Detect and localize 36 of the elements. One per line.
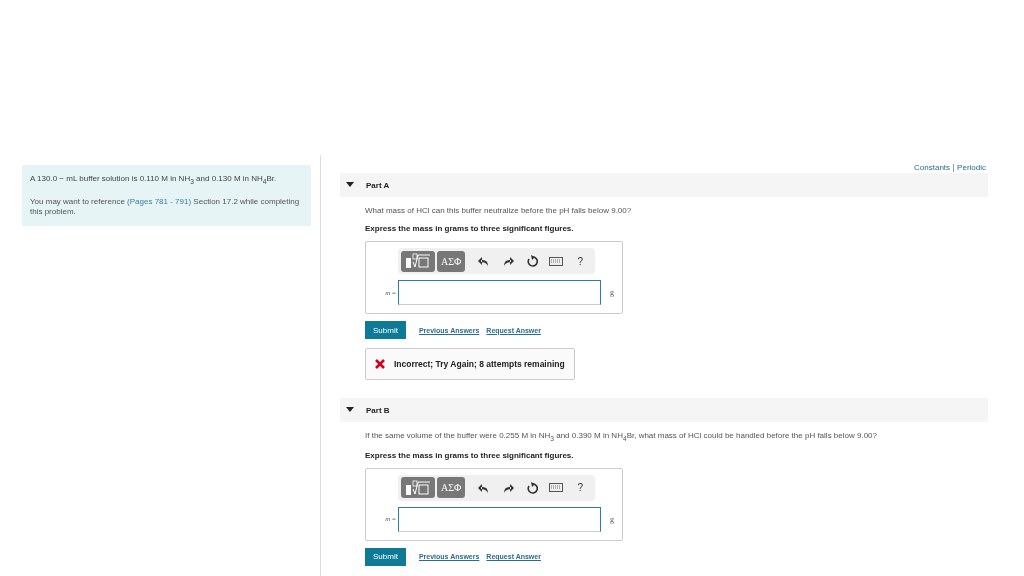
instruction-text: Express the mass in grams to three significant figures. xyxy=(365,224,575,233)
reset-icon xyxy=(526,481,539,494)
part-title: Part A xyxy=(366,180,390,190)
root-template-icon xyxy=(405,253,431,269)
help-button[interactable]: ? xyxy=(569,479,592,496)
keyboard-icon xyxy=(549,483,564,493)
header-link[interactable]: Periodic xyxy=(957,163,986,172)
part-header[interactable]: Part A xyxy=(340,173,988,197)
redo-icon xyxy=(502,481,515,494)
unit-label: g xyxy=(610,514,614,524)
header-link[interactable]: Constants xyxy=(914,163,951,172)
help-button[interactable]: ? xyxy=(569,253,592,269)
part-title: Part B xyxy=(366,405,390,415)
submit-button[interactable]: Submit xyxy=(365,547,406,566)
root-template-icon xyxy=(405,479,431,496)
answer-field[interactable] xyxy=(398,506,601,532)
redo-icon xyxy=(502,255,515,267)
answer-field[interactable] xyxy=(398,280,601,305)
unit-label: g xyxy=(610,288,614,297)
template-button[interactable] xyxy=(401,477,435,499)
symbols-button[interactable]: ΑΣΦ xyxy=(437,477,466,499)
part-header[interactable]: Part B xyxy=(340,398,988,422)
question-text: What mass of HCl can this buffer neutralize before the pH falls below 9.00? xyxy=(365,206,633,215)
template-button[interactable] xyxy=(401,250,435,272)
feedback-text: Incorrect; Try Again; 8 attempts remaining xyxy=(394,359,565,369)
reference-text: You may want to reference (Pages 781 - 791) Section 17.2 while completing this problem. xyxy=(30,196,301,217)
undo-icon xyxy=(478,255,491,267)
question-text: If the same volume of the buffer were 0.255 M in NH$_{3}$ and 0.390 M in NH$_{4}$Br, what mass of HCl could be handled before the pH falls below 9.00? xyxy=(365,431,878,442)
reference-link[interactable]: (Pages 781 - 791) xyxy=(127,196,192,206)
cross-icon xyxy=(375,359,385,369)
keyboard-icon xyxy=(549,256,564,266)
instruction-text: Express the mass in grams to three significant figures. xyxy=(365,450,575,460)
symbols-button[interactable]: ΑΣΦ xyxy=(437,250,466,272)
submit-button[interactable]: Submit xyxy=(365,321,406,339)
reset-icon xyxy=(526,255,539,267)
problem-statement: A 130.0 − mL buffer solution is 0.110 M in NH$_{3}$ and 0.130 M in NH$_{4}$Br. xyxy=(30,174,278,187)
